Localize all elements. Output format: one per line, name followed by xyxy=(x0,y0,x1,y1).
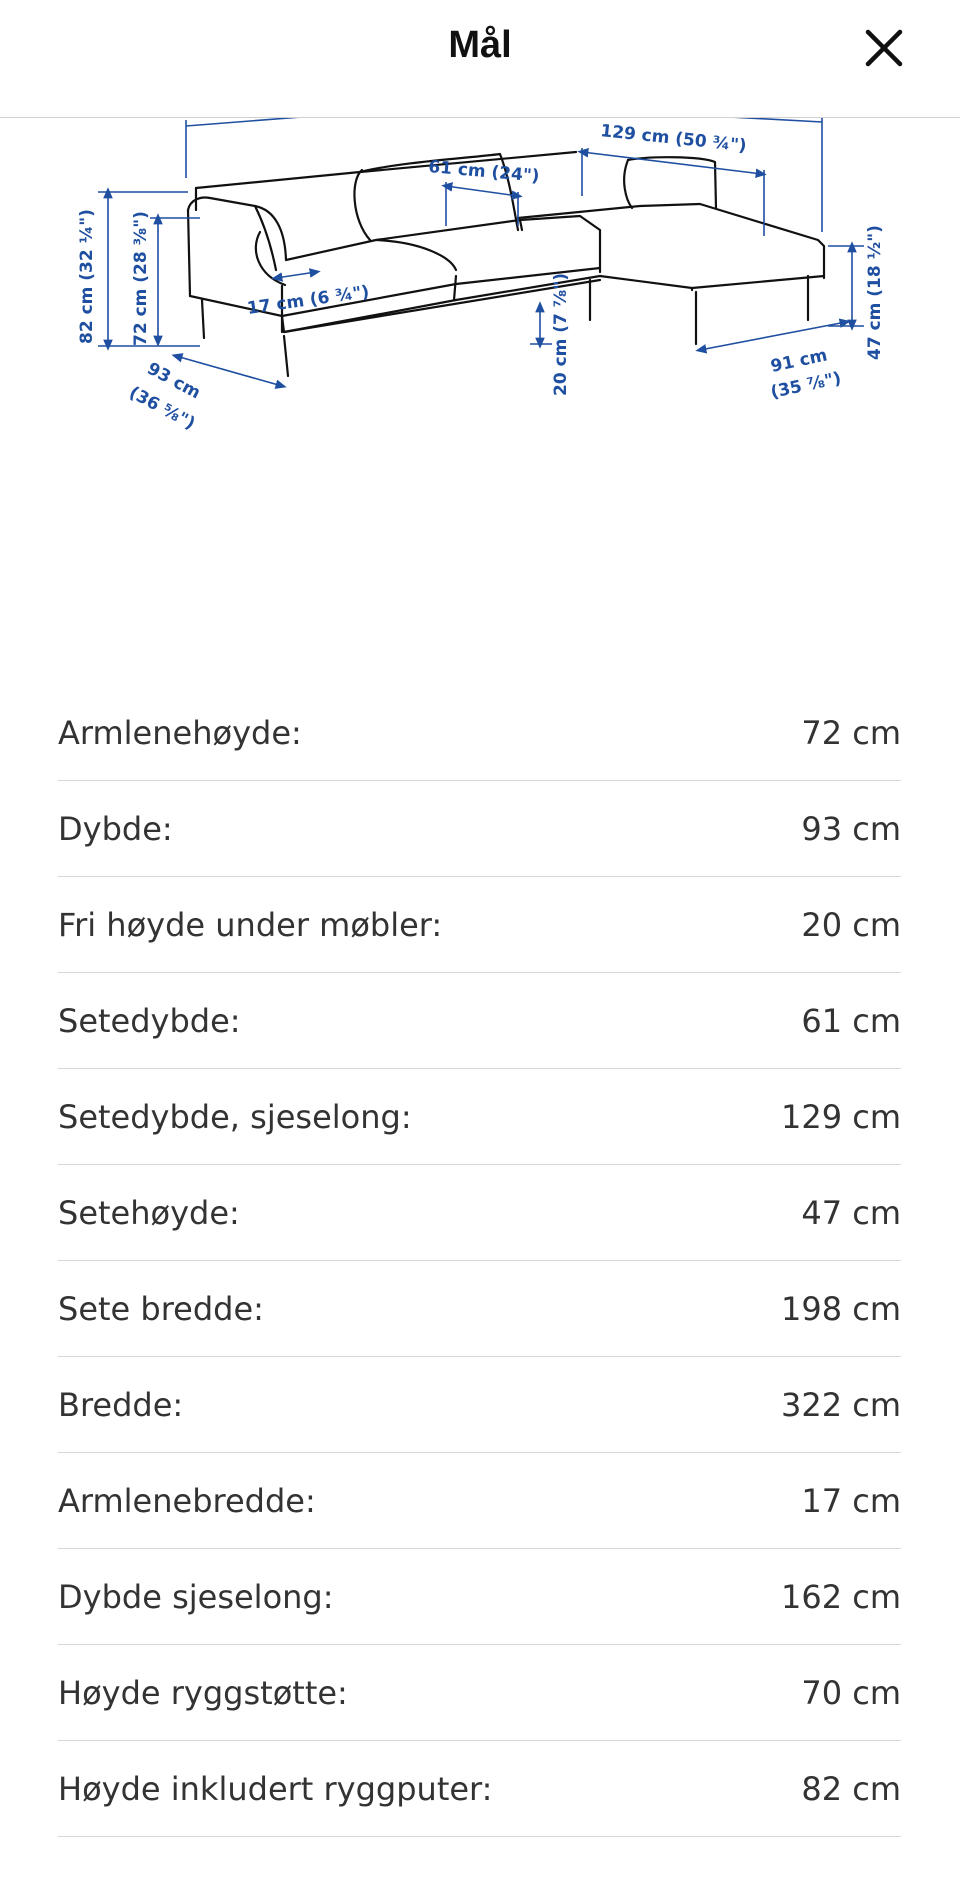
spec-row: Setehøyde: 47 cm xyxy=(58,1165,901,1261)
sofa-drawing xyxy=(186,150,826,378)
spec-row: Sete bredde: 198 cm xyxy=(58,1261,901,1357)
spec-label: Armlenehøyde: xyxy=(58,713,302,752)
spec-row: Høyde ryggstøtte: 70 cm xyxy=(58,1645,901,1741)
spec-value: 70 cm xyxy=(801,1673,901,1712)
spec-value: 82 cm xyxy=(801,1769,901,1808)
spec-value: 20 cm xyxy=(801,905,901,944)
spec-row: Høyde inkludert ryggputer: 82 cm xyxy=(58,1741,901,1837)
spec-label: Bredde: xyxy=(58,1385,184,1424)
spec-value: 198 cm xyxy=(780,1289,901,1328)
dim-label-47: 47 cm (18 ½") xyxy=(865,225,885,360)
spec-row: Fri høyde under møbler: 20 cm xyxy=(58,877,901,973)
spec-label: Dybde sjeselong: xyxy=(58,1577,334,1616)
spec-value: 322 cm xyxy=(780,1385,901,1424)
dim-label-61: 61 cm (24") xyxy=(428,157,541,187)
spec-label: Setehøyde: xyxy=(58,1193,240,1232)
modal-header: Mål xyxy=(0,0,960,118)
dim-label-82: 82 cm (32 ¼") xyxy=(77,209,97,344)
spec-label: Armlenebredde: xyxy=(58,1481,316,1520)
spec-label: Fri høyde under møbler: xyxy=(58,905,443,944)
spec-value: 72 cm xyxy=(801,713,901,752)
spec-row: Setedybde, sjeselong: 129 cm xyxy=(58,1069,901,1165)
spec-value: 93 cm xyxy=(801,809,901,848)
dim-label-129: 129 cm (50 ¾") xyxy=(599,121,747,156)
spec-label: Setedybde, sjeselong: xyxy=(58,1097,412,1136)
spec-label: Setedybde: xyxy=(58,1001,241,1040)
spec-row: Armlenehøyde: 72 cm xyxy=(58,685,901,781)
sofa-dimension-diagram: 129 cm (50 ¾") 61 cm (24") 82 cm (32 ¼")… xyxy=(77,113,885,434)
spec-label: Dybde: xyxy=(58,809,173,848)
dimension-lines xyxy=(98,113,864,389)
page-title: Mål xyxy=(448,24,512,66)
close-icon xyxy=(865,29,903,67)
spec-row: Setedybde: 61 cm xyxy=(58,973,901,1069)
dim-label-17: 17 cm (6 ¾") xyxy=(246,282,371,319)
spec-row: Dybde sjeselong: 162 cm xyxy=(58,1549,901,1645)
dim-label-72: 72 cm (28 ⅜") xyxy=(131,211,151,346)
spec-value: 61 cm xyxy=(801,1001,901,1040)
dimension-list: Armlenehøyde: 72 cm Dybde: 93 cm Fri høy… xyxy=(58,685,901,1837)
close-button[interactable] xyxy=(862,26,906,70)
spec-label: Høyde inkludert ryggputer: xyxy=(58,1769,493,1808)
spec-row: Bredde: 322 cm xyxy=(58,1357,901,1453)
spec-value: 129 cm xyxy=(780,1097,901,1136)
spec-value: 47 cm xyxy=(801,1193,901,1232)
spec-value: 17 cm xyxy=(801,1481,901,1520)
spec-label: Sete bredde: xyxy=(58,1289,264,1328)
dim-label-20: 20 cm (7 ⅞") xyxy=(551,273,571,396)
spec-label: Høyde ryggstøtte: xyxy=(58,1673,348,1712)
spec-row: Dybde: 93 cm xyxy=(58,781,901,877)
spec-value: 162 cm xyxy=(780,1577,901,1616)
spec-row: Armlenebredde: 17 cm xyxy=(58,1453,901,1549)
